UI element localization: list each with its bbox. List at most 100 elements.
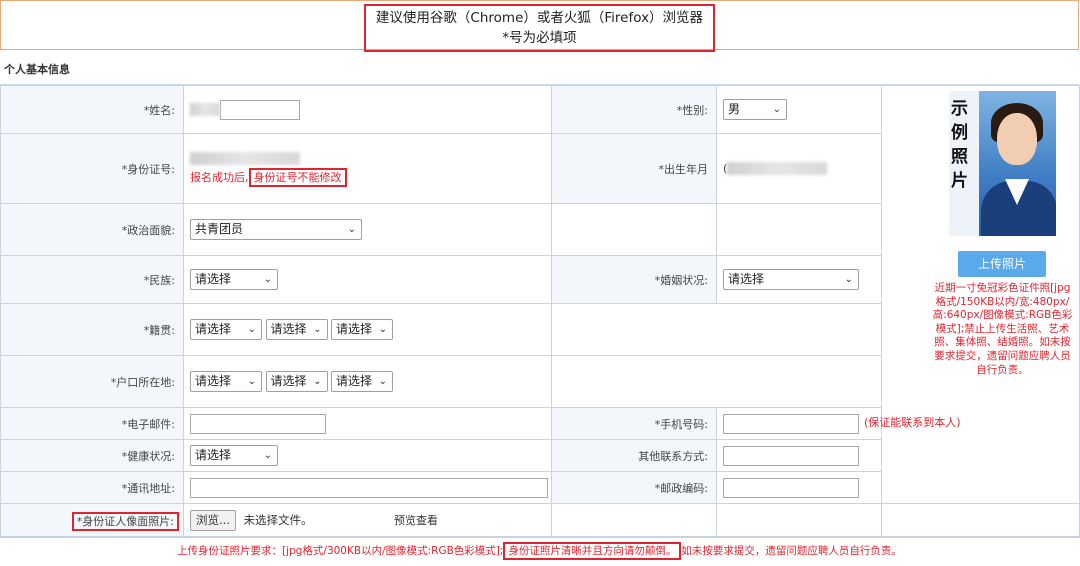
native-city-select[interactable]: 请选择 ⌄ <box>265 319 328 340</box>
idphoto-req-boxed: 身份证照片清晰并且方向请勿颠倒。 <box>503 542 682 560</box>
portrait-face <box>997 113 1037 165</box>
browser-notice-banner: 建议使用谷歌（Chrome）或者火狐（Firefox）浏览器 *号为必填项 <box>0 0 1079 52</box>
native-county-select[interactable]: 请选择 ⌄ <box>331 319 393 340</box>
empty-cell <box>881 503 1080 538</box>
chevron-down-icon: ⌄ <box>247 376 256 387</box>
idno-cell: 报名成功后, 身份证号不能修改 <box>183 133 552 204</box>
marital-cell: 请选择 ⌄ <box>716 255 882 304</box>
other-contact-input[interactable] <box>723 445 859 466</box>
name-cell <box>183 85 552 134</box>
chevron-down-icon: ⌄ <box>313 376 322 387</box>
health-label: *健康状况: <box>0 439 184 472</box>
browser-notice-text: 建议使用谷歌（Chrome）或者火狐（Firefox）浏览器 <box>375 10 704 26</box>
political-select-value: 共青团员 <box>195 222 244 236</box>
political-select[interactable]: 共青团员 ⌄ <box>190 219 362 240</box>
name-input[interactable] <box>220 99 300 120</box>
photo-requirements: 近期一寸免冠彩色证件照[jpg格式/150KB以内/宽:480px/高:640p… <box>932 282 1073 376</box>
gender-label: *性别: <box>551 85 717 134</box>
sample-char: 例 <box>951 123 968 143</box>
empty-cell <box>551 303 882 356</box>
sample-char: 示 <box>951 99 968 119</box>
hukou-label: *户口所在地: <box>0 355 184 408</box>
hukou-county-value: 请选择 <box>336 374 373 388</box>
chevron-down-icon: ⌄ <box>247 324 256 335</box>
address-input[interactable] <box>190 477 548 498</box>
name-label: *姓名: <box>0 85 184 134</box>
chevron-down-icon: ⌄ <box>313 324 322 335</box>
zip-label: *邮政编码: <box>551 471 717 504</box>
idphoto-cell: 浏览... 未选择文件。 预览查看 <box>183 503 552 538</box>
chevron-down-icon: ⌄ <box>347 224 356 235</box>
native-cell: 请选择 ⌄ 请选择 ⌄ 请选择 ⌄ <box>183 303 552 356</box>
native-label: *籍贯: <box>0 303 184 356</box>
birth-cell: ( <box>716 133 882 204</box>
political-cell: 共青团员 ⌄ <box>183 203 552 256</box>
native-county-value: 请选择 <box>336 322 373 336</box>
phone-note: (保证能联系到本人) <box>864 416 961 429</box>
idno-label: *身份证号: <box>0 133 184 204</box>
phone-input[interactable] <box>723 413 859 434</box>
phone-label: *手机号码: <box>551 407 717 440</box>
idphoto-label: *身份证人像面照片: <box>71 511 179 531</box>
ethnic-cell: 请选择 ⌄ <box>183 255 552 304</box>
idphoto-requirements: 上传身份证照片要求：[jpg格式/300KB以内/图像模式:RGB色彩模式]; 身… <box>0 536 1079 566</box>
hukou-cell: 请选择 ⌄ 请选择 ⌄ 请选择 ⌄ <box>183 355 552 408</box>
empty-cell <box>716 203 882 256</box>
hukou-county-select[interactable]: 请选择 ⌄ <box>331 371 393 392</box>
empty-cell <box>551 203 717 256</box>
section-title: 个人基本信息 <box>0 57 1079 85</box>
chevron-down-icon: ⌄ <box>772 104 781 115</box>
upload-photo-button[interactable]: 上传照片 <box>958 251 1046 277</box>
health-select[interactable]: 请选择 ⌄ <box>190 445 278 466</box>
idphoto-label-cell: *身份证人像面照片: <box>0 503 184 538</box>
gender-select[interactable]: 男 ⌄ <box>723 99 787 120</box>
chevron-down-icon: ⌄ <box>378 376 387 387</box>
hukou-province-select[interactable]: 请选择 ⌄ <box>190 371 262 392</box>
hukou-city-value: 请选择 <box>270 374 307 388</box>
chevron-down-icon: ⌄ <box>263 274 272 285</box>
email-input[interactable] <box>190 413 326 434</box>
email-label: *电子邮件: <box>0 407 184 440</box>
id-note-prefix: 报名成功后, <box>190 171 249 185</box>
native-city-value: 请选择 <box>270 322 307 336</box>
no-file-text: 未选择文件。 <box>243 512 313 527</box>
native-province-value: 请选择 <box>195 322 232 336</box>
other-contact-cell <box>716 439 882 472</box>
id-note-warning: 身份证号不能修改 <box>248 168 347 188</box>
chevron-down-icon: ⌄ <box>263 450 272 461</box>
hukou-province-value: 请选择 <box>195 374 232 388</box>
browse-button[interactable]: 浏览... <box>190 510 236 531</box>
gender-cell: 男 ⌄ <box>716 85 882 134</box>
preview-link[interactable]: 预览查看 <box>394 514 438 527</box>
ethnic-label: *民族: <box>0 255 184 304</box>
phone-cell <box>716 407 882 440</box>
chevron-down-icon: ⌄ <box>844 274 853 285</box>
zip-cell <box>716 471 882 504</box>
health-cell: 请选择 ⌄ <box>183 439 552 472</box>
email-cell <box>183 407 552 440</box>
political-label: *政治面貌: <box>0 203 184 256</box>
empty-cell <box>551 503 717 538</box>
marital-select[interactable]: 请选择 ⌄ <box>723 269 859 290</box>
birth-label: *出生年月 <box>551 133 717 204</box>
idphoto-req-suffix: 如未按要求提交，遗留问题应聘人员自行负责。 <box>681 545 902 557</box>
empty-cell <box>716 503 882 538</box>
address-cell <box>183 471 552 504</box>
other-contact-label: 其他联系方式: <box>551 439 717 472</box>
marital-select-value: 请选择 <box>728 272 765 286</box>
sample-photo: 示 例 照 片 <box>949 91 1056 236</box>
health-select-value: 请选择 <box>195 448 232 462</box>
sample-photo-label: 示 例 照 片 <box>951 97 968 193</box>
name-blurred <box>190 103 220 116</box>
hukou-city-select[interactable]: 请选择 ⌄ <box>265 371 328 392</box>
native-province-select[interactable]: 请选择 ⌄ <box>190 319 262 340</box>
idphoto-req-prefix: 上传身份证照片要求：[jpg格式/300KB以内/图像模式:RGB色彩模式]; <box>177 545 504 557</box>
address-label: *通讯地址: <box>0 471 184 504</box>
zip-input[interactable] <box>723 477 859 498</box>
gender-select-value: 男 <box>728 102 741 116</box>
birth-blurred <box>727 162 828 176</box>
browser-notice-box: 建议使用谷歌（Chrome）或者火狐（Firefox）浏览器 *号为必填项 <box>363 4 716 52</box>
marital-label: *婚姻状况: <box>551 255 717 304</box>
ethnic-select[interactable]: 请选择 ⌄ <box>190 269 278 290</box>
sample-char: 照 <box>951 147 968 167</box>
